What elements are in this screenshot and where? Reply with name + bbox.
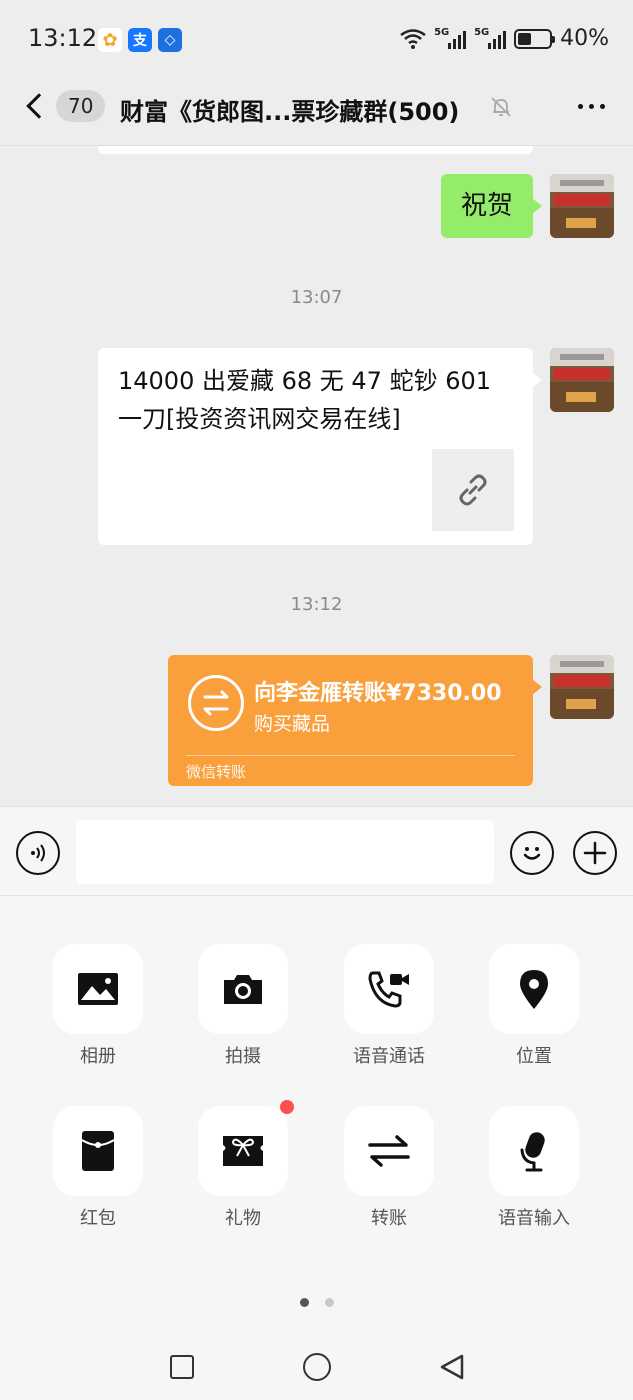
network-label: 5G xyxy=(474,26,490,38)
tool-label: 礼物 xyxy=(225,1208,261,1229)
link-message-bubble[interactable]: 14000 出爱藏 68 无 47 蛇钞 601 一刀[投资资讯网交易在线] xyxy=(98,348,542,545)
system-nav-bar xyxy=(0,1321,633,1400)
tool-tile[interactable] xyxy=(489,1106,579,1196)
tool-label: 语音输入 xyxy=(498,1208,570,1229)
message-timestamp: 13:07 xyxy=(290,287,343,308)
back-button[interactable]: 70 xyxy=(20,90,106,122)
blue-app-icon: ◇ xyxy=(158,28,182,52)
photos-app-icon: ✿ xyxy=(98,28,122,52)
tool-label: 位置 xyxy=(516,1046,552,1067)
tool-tile[interactable] xyxy=(198,944,288,1034)
tool-label: 拍摄 xyxy=(225,1046,261,1067)
link-icon xyxy=(459,474,487,506)
network-label: 5G xyxy=(434,26,450,38)
tool-label: 语音通话 xyxy=(353,1046,425,1067)
tool-photo-album[interactable]: 相册 xyxy=(38,944,158,1068)
transfer-amount: 向李金雁转账¥7330.00 xyxy=(254,681,502,706)
status-indicators: 5G 5G 40% xyxy=(400,26,609,51)
new-notification-dot xyxy=(280,1100,294,1114)
tool-tile[interactable] xyxy=(344,944,434,1034)
voice-input-toggle-button[interactable] xyxy=(16,831,60,875)
wifi-icon xyxy=(400,28,426,49)
recent-apps-button[interactable] xyxy=(170,1355,194,1379)
tool-gift[interactable]: 礼物 xyxy=(183,1100,303,1230)
transfer-note: 购买藏品 xyxy=(254,713,331,735)
gift-icon xyxy=(223,1136,263,1166)
tool-tile[interactable] xyxy=(489,944,579,1034)
sender-avatar[interactable] xyxy=(550,348,614,412)
more-options-button[interactable] xyxy=(578,104,605,109)
tool-voice-input[interactable]: 语音输入 xyxy=(474,1106,594,1230)
unread-count-badge: 70 xyxy=(56,90,106,122)
muted-bell-icon xyxy=(491,97,511,117)
camera-icon xyxy=(224,975,262,1004)
sender-avatar[interactable] xyxy=(550,655,614,719)
page-dot-active[interactable] xyxy=(299,1298,309,1307)
signal-icon: 5G xyxy=(474,26,507,49)
photo-album-icon xyxy=(78,973,118,1005)
page-dot[interactable] xyxy=(324,1298,334,1307)
link-thumbnail xyxy=(432,449,514,531)
more-functions-button[interactable] xyxy=(573,831,617,875)
voice-wave-icon xyxy=(31,844,45,862)
location-pin-icon xyxy=(520,970,548,1009)
panel-page-indicator xyxy=(0,1298,633,1307)
sender-avatar[interactable] xyxy=(550,174,614,238)
input-bar xyxy=(0,806,633,896)
signal-icon: 5G xyxy=(434,26,467,49)
tool-tile[interactable] xyxy=(344,1106,434,1196)
transfer-footer-label: 微信转账 xyxy=(186,763,247,781)
chat-title: 财富《货郎图...票珍藏群(500) xyxy=(120,98,460,126)
sent-text-bubble[interactable]: 祝贺 xyxy=(440,174,543,238)
message-timestamp: 13:12 xyxy=(290,594,343,615)
status-time: 13:12 xyxy=(28,24,98,52)
tool-label: 转账 xyxy=(371,1208,407,1229)
chat-header: 70 财富《货郎图...票珍藏群(500) xyxy=(0,80,633,146)
nav-back-button[interactable] xyxy=(438,1353,466,1381)
plus-icon xyxy=(583,841,607,865)
tool-label: 相册 xyxy=(80,1046,116,1067)
video-call-icon xyxy=(368,971,409,1008)
tool-label: 红包 xyxy=(80,1208,116,1229)
link-message-text: 14000 出爱藏 68 无 47 蛇钞 601 一刀[投资资讯网交易在线] xyxy=(118,367,492,433)
alipay-app-icon: 支 xyxy=(128,28,152,52)
emoji-button[interactable] xyxy=(510,831,554,875)
message-list[interactable]: 祝贺 13:07 14000 出爱藏 68 无 47 蛇钞 601 一刀[投资资… xyxy=(0,146,633,806)
battery-percent: 40% xyxy=(560,26,609,51)
battery-icon xyxy=(514,28,556,49)
tool-transfer[interactable]: 转账 xyxy=(329,1106,449,1230)
transfer-divider xyxy=(186,755,515,756)
tool-tile[interactable] xyxy=(53,1106,143,1196)
tool-camera[interactable]: 拍摄 xyxy=(183,944,303,1068)
red-packet-icon xyxy=(81,1131,115,1171)
smiley-icon xyxy=(523,847,541,860)
tool-tile[interactable] xyxy=(198,1100,294,1196)
tool-location[interactable]: 位置 xyxy=(474,944,594,1068)
tool-red-packet[interactable]: 红包 xyxy=(38,1106,158,1230)
back-chevron-icon xyxy=(26,93,52,119)
previous-message-bubble[interactable] xyxy=(98,146,533,154)
microphone-icon xyxy=(520,1132,545,1172)
transfer-message-card[interactable]: 向李金雁转账¥7330.00 购买藏品 微信转账 xyxy=(168,655,542,786)
tool-tile[interactable] xyxy=(53,944,143,1034)
message-input[interactable] xyxy=(76,820,494,884)
transfer-icon xyxy=(368,1135,410,1167)
status-bar: 13:12 ✿ 支 ◇ 5G 5G 40% xyxy=(0,0,633,80)
transfer-arrows-icon xyxy=(188,675,244,731)
function-panel: 相册 拍摄 语音通话 位置 红包 礼物 转账 语音输入 xyxy=(0,896,633,1321)
home-button[interactable] xyxy=(303,1353,331,1381)
tool-video-call[interactable]: 语音通话 xyxy=(329,944,449,1068)
status-app-icons: ✿ 支 ◇ xyxy=(98,28,182,52)
